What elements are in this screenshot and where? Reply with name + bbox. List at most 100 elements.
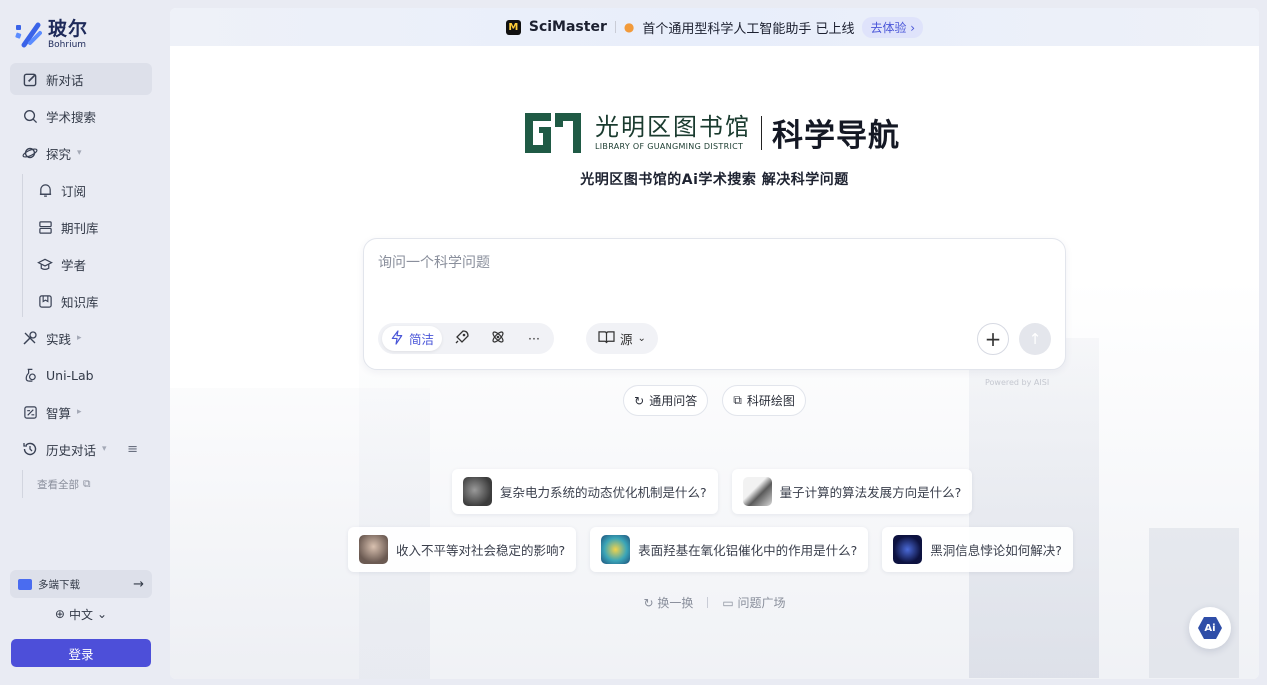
banner-divider [614, 21, 616, 33]
chevron-right-icon[interactable]: ▸ [77, 407, 82, 417]
ai-assistant-button[interactable]: Ai [1189, 607, 1231, 649]
suggested-question-card[interactable]: 量子计算的算法发展方向是什么? [731, 469, 973, 514]
sidebar-item-label: 智算 [46, 405, 72, 421]
sidebar-item-scholars[interactable]: 学者 [27, 248, 152, 280]
sidebar-item-new-chat[interactable]: 新对话 [10, 63, 152, 95]
suggested-question-card[interactable]: 黑洞信息悖论如何解决? [882, 527, 1073, 572]
suggested-question-card[interactable]: 复杂电力系统的动态优化机制是什么? [452, 469, 718, 514]
app-logo[interactable]: 玻尔 Bohrium [14, 20, 88, 50]
sidebar-item-label: 实践 [46, 331, 72, 347]
suggested-question-card[interactable]: 收入不平等对社会稳定的影响? [348, 527, 577, 572]
sidebar-item-academic-search[interactable]: 学术搜索 [10, 100, 152, 132]
library-name-cn: 光明区图书馆 [595, 112, 751, 141]
library-name-en: LIBRARY OF GUANGMING DISTRICT [595, 141, 744, 151]
database-icon [37, 219, 53, 235]
source-label: 源 [620, 332, 633, 347]
planet-icon [22, 145, 38, 161]
chevron-down-icon[interactable]: ▾ [102, 444, 107, 454]
chevron-right-icon[interactable]: ▸ [77, 333, 82, 343]
logo-en-text: Bohrium [48, 40, 87, 50]
arrow-right-icon: → [133, 576, 144, 592]
sidebar-item-label: 知识库 [61, 294, 99, 310]
mode-deep-button[interactable] [446, 326, 478, 351]
hero-divider [761, 115, 762, 150]
hero-header: 光明区图书馆 LIBRARY OF GUANGMING DISTRICT 科学导… [525, 110, 900, 155]
globe-icon: ⊕ [54, 607, 65, 621]
send-button[interactable]: ↑ [1019, 323, 1051, 355]
refresh-chat-icon: ↻ [634, 393, 645, 408]
download-label: 多端下载 [38, 578, 80, 591]
login-button[interactable]: 登录 [11, 639, 151, 667]
tagline: 光明区图书馆的Ai学术搜索 解决科学问题 [580, 172, 849, 188]
general-qa-chip[interactable]: ↻ 通用问答 [623, 385, 709, 416]
lightning-icon [390, 329, 404, 348]
question-text: 表面羟基在氧化铝催化中的作用是什么? [638, 543, 858, 558]
sidebar-item-label: 新对话 [46, 72, 84, 88]
sidebar-item-practice[interactable]: 实践 ▸ [10, 322, 152, 354]
question-square-link[interactable]: ▭ 问题广场 [722, 594, 785, 611]
devices-icon [18, 578, 32, 590]
sidebar-item-knowledge-base[interactable]: 知识库 [27, 285, 152, 317]
external-link-icon: ⧉ [83, 477, 91, 490]
flask-icon [22, 367, 38, 383]
arrow-up-icon: ↑ [1028, 330, 1042, 348]
tool-chips: ↻ 通用问答 ⧉ 科研绘图 [170, 385, 1259, 416]
suggested-questions-row-1: 复杂电力系统的动态优化机制是什么? 量子计算的算法发展方向是什么? [452, 469, 973, 514]
mode-concise-button[interactable]: 简洁 [382, 326, 443, 351]
sidebar-item-subscribe[interactable]: 订阅 [27, 174, 152, 206]
chevron-down-icon[interactable]: ▾ [77, 148, 82, 158]
question-thumbnail [463, 477, 492, 506]
chip-label: 科研绘图 [746, 394, 795, 408]
logo-cn-text: 玻尔 [48, 18, 89, 40]
page-title: 科学导航 [772, 118, 900, 154]
question-text: 复杂电力系统的动态优化机制是什么? [500, 485, 707, 500]
chevron-down-icon: ⌄ [637, 333, 646, 344]
refresh-questions-button[interactable]: ↻ 换一换 [643, 594, 693, 611]
refresh-label: 换一换 [657, 596, 694, 610]
search-icon [22, 108, 38, 124]
chat-bubble-icon: ▭ [722, 596, 734, 610]
search-box: 简洁 ··· 源 ⌄ + ↑ [363, 238, 1066, 370]
sidebar-item-label: 订阅 [61, 183, 87, 199]
calculator-icon [22, 404, 38, 420]
sidebar-item-journals[interactable]: 期刊库 [27, 211, 152, 243]
refresh-icon: ↻ [643, 596, 654, 610]
sidebar: 玻尔 Bohrium 新对话 学术搜索 探究 ▾ 订阅 期刊库 学者 知识库 实… [0, 0, 162, 685]
research-drawing-chip[interactable]: ⧉ 科研绘图 [722, 385, 806, 416]
history-icon [22, 441, 38, 457]
bell-icon [37, 182, 53, 198]
sidebar-item-uni-lab[interactable]: Uni-Lab [10, 359, 152, 391]
list-icon[interactable]: ≡ [127, 442, 138, 457]
question-thumbnail [359, 535, 388, 564]
banner-text: 首个通用型科学人工智能助手 已上线 [642, 21, 855, 37]
chip-label: 通用问答 [649, 394, 698, 408]
sidebar-item-history[interactable]: 历史对话 ▾ ≡ [10, 433, 152, 465]
multi-device-download-button[interactable]: 多端下载 → [10, 570, 152, 598]
scimaster-banner[interactable]: M SciMaster ● 首个通用型科学人工智能助手 已上线 去体验 › [170, 8, 1259, 46]
sidebar-item-explore[interactable]: 探究 ▾ [10, 137, 152, 169]
language-label: 中文 [68, 607, 93, 622]
flame-icon: ● [623, 20, 635, 34]
sidebar-item-compute[interactable]: 智算 ▸ [10, 396, 152, 428]
question-thumbnail [601, 535, 631, 564]
try-now-button[interactable]: 去体验 › [862, 16, 924, 38]
source-selector[interactable]: 源 ⌄ [586, 323, 658, 354]
search-input[interactable] [378, 255, 978, 271]
more-modes-button[interactable]: ··· [518, 326, 550, 351]
attach-button[interactable]: + [977, 323, 1009, 355]
sidebar-item-label: 历史对话 [46, 442, 97, 458]
ai-hexagon-icon: Ai [1198, 617, 1222, 639]
view-all-history-link[interactable]: 查看全部 ⧉ [22, 470, 152, 498]
language-selector[interactable]: ⊕ 中文 ⌄ [10, 603, 152, 625]
book-icon [598, 330, 615, 348]
suggested-question-card[interactable]: 表面羟基在氧化铝催化中的作用是什么? [590, 527, 869, 572]
suggested-questions-row-2: 收入不平等对社会稳定的影响? 表面羟基在氧化铝催化中的作用是什么? 黑洞信息悖论… [348, 527, 1073, 572]
edit-icon [22, 71, 38, 87]
sidebar-item-label: 学者 [61, 257, 87, 273]
rocket-icon [454, 329, 470, 348]
mode-research-button[interactable] [482, 326, 514, 351]
tools-icon [22, 330, 38, 346]
question-text: 收入不平等对社会稳定的影响? [396, 543, 566, 558]
view-all-label: 查看全部 [37, 478, 79, 491]
scimaster-logo-icon: M [505, 19, 521, 35]
